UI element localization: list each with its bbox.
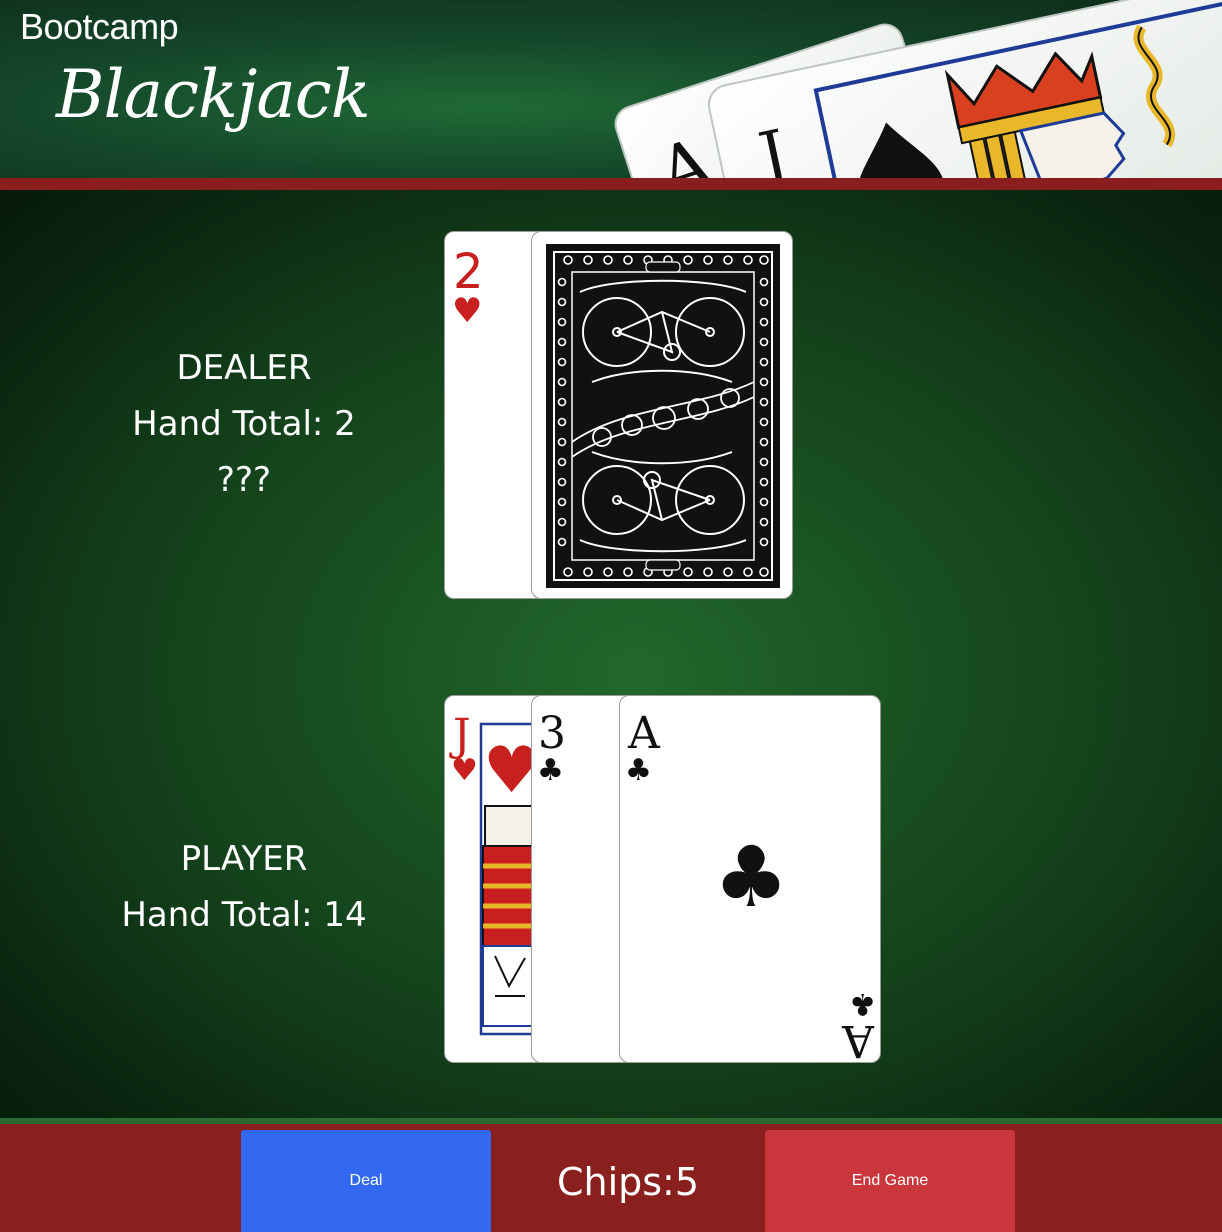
club-icon: ♣ xyxy=(625,753,652,788)
card-rank: 3 xyxy=(538,708,566,759)
hero-cards-illustration: A J xyxy=(614,0,1222,178)
control-bar: Deal Chips:5 End Game xyxy=(0,1124,1222,1232)
player-card-ace-clubs: A ♣ ♣ A ♣ xyxy=(619,695,881,1063)
card-rank: A xyxy=(627,708,661,759)
dealer-label: DEALER xyxy=(176,348,312,388)
player-label: PLAYER xyxy=(180,839,308,879)
deal-button[interactable]: Deal xyxy=(241,1130,491,1232)
chips-counter: Chips:5 xyxy=(500,1160,756,1204)
card-back-pattern xyxy=(546,244,780,588)
card-rank-bottom: A xyxy=(841,1015,875,1063)
chips-value: 5 xyxy=(674,1160,700,1204)
hero-jack-card: J xyxy=(707,0,1222,178)
player-hand-total: Hand Total: 14 xyxy=(121,895,367,935)
club-icon: ♣ xyxy=(537,753,564,788)
dealer-hidden-total: ??? xyxy=(216,460,272,500)
heart-icon: ♥ xyxy=(451,753,478,788)
heart-icon: ♥ xyxy=(452,291,482,331)
center-club-icon: ♣ xyxy=(713,828,788,926)
chips-label: Chips: xyxy=(556,1160,675,1204)
brand-name[interactable]: Bootcamp xyxy=(20,6,179,48)
player-info: PLAYER Hand Total: 14 xyxy=(94,831,394,943)
site-header: Bootcamp Blackjack A J xyxy=(0,0,1222,178)
blackjack-logo: Blackjack xyxy=(56,56,371,133)
club-icon-bottom: ♣ xyxy=(849,986,876,1021)
dealer-card-face-down xyxy=(531,231,793,599)
dealer-info: DEALER Hand Total: 2 ??? xyxy=(94,340,394,508)
dealer-hand-total: Hand Total: 2 xyxy=(132,404,356,444)
end-game-button[interactable]: End Game xyxy=(765,1130,1015,1232)
header-divider xyxy=(0,178,1222,190)
game-table: DEALER Hand Total: 2 ??? 2 ♥ PLAYER Hand… xyxy=(0,190,1222,1118)
